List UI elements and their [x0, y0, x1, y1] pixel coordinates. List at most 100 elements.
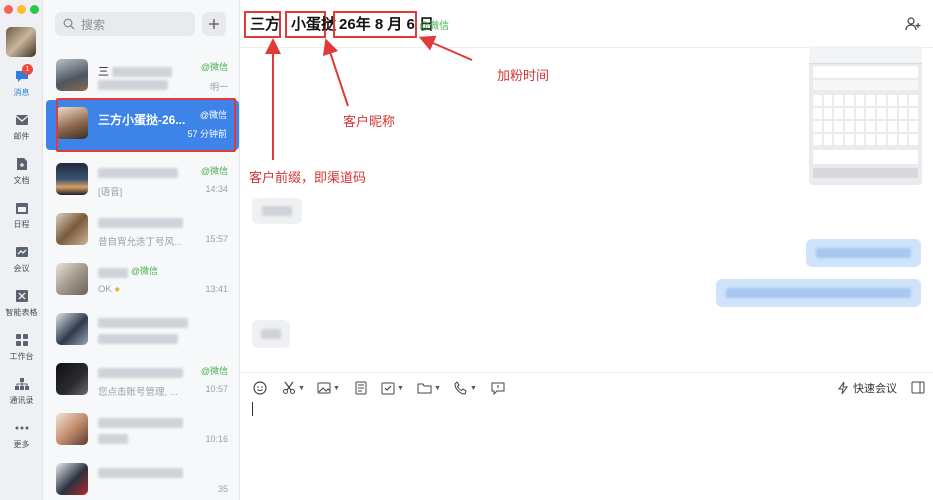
conversation-item[interactable]: 昔自宵允迭丁号风... 15:57 — [43, 206, 240, 256]
conversation-time: 10:16 — [205, 434, 228, 444]
outgoing-message[interactable] — [806, 239, 921, 267]
conversation-time: 15:57 — [205, 234, 228, 244]
contact-avatar — [56, 59, 88, 91]
minimize-window-button[interactable] — [17, 5, 26, 14]
nav-label: 通讯录 — [9, 396, 34, 405]
nav-label: 邮件 — [13, 132, 30, 141]
nav-messages[interactable]: 1 消息 — [0, 64, 43, 108]
contact-avatar — [56, 163, 88, 195]
nav-label: 智能表格 — [5, 308, 38, 317]
nav-label: 会议 — [13, 264, 30, 273]
chevron-down-icon: ▼ — [333, 384, 340, 392]
conversation-item[interactable]: 35 — [43, 456, 240, 500]
chevron-down-icon: ▼ — [470, 384, 477, 392]
conversation-time: 10:57 — [205, 384, 228, 394]
mail-icon — [15, 115, 28, 125]
conversation-time: 13:41 — [205, 284, 228, 294]
call-button[interactable]: ▼ — [454, 380, 477, 396]
contact-avatar — [56, 463, 88, 495]
chevron-down-icon: ▼ — [397, 384, 404, 392]
note-icon — [355, 381, 367, 395]
conversation-preview — [98, 434, 128, 445]
search-input[interactable]: 搜索 — [55, 12, 195, 36]
conversation-name — [98, 167, 178, 179]
conversation-item[interactable] — [43, 306, 240, 356]
smiley-icon — [253, 381, 267, 395]
nav-calendar[interactable]: 日程 — [0, 200, 43, 240]
conversation-item[interactable]: @微信 [语音] 14:34 — [43, 156, 240, 206]
nav-meetings[interactable]: 会议 — [0, 244, 43, 284]
annotation-prefix: 客户前缀，即渠道码 — [249, 170, 367, 185]
source-label: @微信 — [200, 166, 228, 176]
close-window-button[interactable] — [4, 5, 13, 14]
conversation-preview — [98, 334, 178, 345]
my-avatar[interactable] — [6, 27, 36, 57]
message-square-icon — [491, 382, 505, 395]
nav-docs[interactable]: 文档 — [0, 156, 43, 196]
source-label: @微信 — [130, 266, 158, 276]
conversation-item[interactable]: 10:16 — [43, 406, 240, 456]
nav-label: 更多 — [13, 440, 30, 449]
zoom-window-button[interactable] — [30, 5, 39, 14]
conversation-list: 搜索 三 @微信 明一 三方小蛋挞-26... @微信 57 分钟前 @微信 [… — [43, 0, 240, 500]
chevron-down-icon: ▼ — [434, 384, 441, 392]
conversation-name — [98, 317, 188, 329]
folder-icon — [417, 383, 432, 394]
conversation-item[interactable]: 三 @微信 明一 — [43, 52, 240, 102]
nav-mail[interactable]: 邮件 — [0, 112, 43, 152]
conversation-time: 明一 — [209, 82, 228, 92]
chat-history-button[interactable] — [491, 380, 505, 396]
outgoing-message[interactable] — [716, 279, 921, 307]
nav-label: 日程 — [13, 220, 30, 229]
conversation-item[interactable]: @微信 OK ● 13:41 — [43, 256, 240, 306]
sheet-icon — [15, 290, 28, 302]
add-button[interactable] — [202, 12, 226, 36]
unread-badge: 1 — [22, 64, 33, 75]
source-label: @微信 — [200, 366, 228, 376]
nav-rail: 1 消息 邮件 文档 日程 会议 智能表格 工作台 通讯录 更多 — [0, 0, 43, 500]
lightning-icon — [838, 381, 848, 395]
file-button[interactable]: ▼ — [417, 380, 441, 396]
quick-meeting-label: 快速会议 — [853, 383, 897, 395]
todo-button[interactable]: ▼ — [381, 380, 404, 396]
screenshot-button[interactable]: ▼ — [282, 380, 305, 396]
document-button[interactable] — [354, 380, 368, 396]
contact-avatar — [56, 213, 88, 245]
conversation-time: 14:34 — [205, 184, 228, 194]
quick-meeting-button[interactable]: 快速会议 — [837, 380, 897, 396]
image-button[interactable]: ▼ — [317, 380, 340, 396]
conversation-time: 35 — [217, 484, 228, 494]
scissors-icon — [283, 381, 295, 394]
sidebar-toggle-icon[interactable] — [911, 381, 925, 394]
incoming-message[interactable] — [252, 320, 290, 348]
phone-icon — [454, 381, 467, 395]
contact-avatar — [56, 413, 88, 445]
annotation-date: 加粉时间 — [497, 68, 550, 83]
emoji-button[interactable] — [253, 380, 267, 396]
nav-label: 文档 — [13, 176, 30, 185]
org-chart-icon — [14, 378, 29, 390]
incoming-message[interactable] — [252, 198, 302, 224]
conversation-name — [98, 417, 183, 429]
arrow-date — [418, 35, 473, 61]
window-controls — [4, 5, 39, 14]
image-message[interactable] — [809, 46, 922, 185]
nav-more[interactable]: 更多 — [0, 420, 43, 460]
conversation-item[interactable]: @微信 您点击账号管理, ... 10:57 — [43, 356, 240, 406]
conversation-name — [98, 217, 183, 229]
calendar-icon — [15, 203, 28, 214]
conversation-name — [98, 367, 183, 379]
search-icon — [63, 18, 75, 30]
conversation-name: 三 — [98, 63, 173, 79]
search-placeholder: 搜索 — [81, 17, 106, 32]
nav-smart-sheet[interactable]: 智能表格 — [0, 288, 43, 328]
contact-avatar — [56, 263, 88, 295]
nav-contacts[interactable]: 通讯录 — [0, 376, 43, 416]
nav-workbench[interactable]: 工作台 — [0, 332, 43, 372]
conversation-preview: 您点击账号管理, ... — [98, 387, 178, 398]
checkbox-icon — [381, 382, 395, 395]
plus-icon — [209, 19, 219, 29]
source-label: @微信 — [200, 62, 228, 72]
contact-avatar — [56, 363, 88, 395]
message-input[interactable] — [240, 400, 933, 500]
